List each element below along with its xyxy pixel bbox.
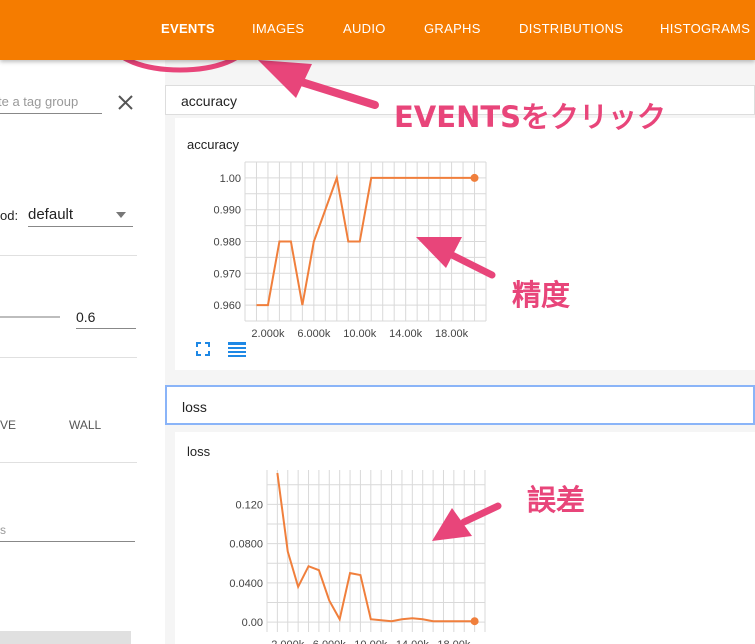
- runs-filter-input[interactable]: s: [0, 523, 6, 537]
- y-tick-label: 0.960: [213, 300, 241, 312]
- x-tick-label: 14.00k: [396, 639, 430, 644]
- x-tick-label: 18.00k: [435, 328, 469, 340]
- accuracy-chart[interactable]: 0.960 0.970 0.980 0.990 1.00 2.000k 6.000k 10.0…: [175, 118, 505, 370]
- top-toolbar: EVENTS IMAGES AUDIO GRAPHS DISTRIBUTIONS…: [0, 0, 755, 60]
- y-tick-label: 0.980: [213, 237, 241, 249]
- method-underline: [28, 226, 133, 227]
- last-point-marker: [470, 173, 479, 182]
- series-line: [276, 472, 475, 623]
- x-tick-label: 2.000k: [271, 639, 305, 644]
- group-title: loss: [182, 399, 207, 415]
- axis-relative-option[interactable]: VE: [0, 418, 16, 432]
- sidebar: te a tag group od: default 0.6 VE WALL s: [0, 60, 166, 644]
- search-underline: [0, 113, 102, 114]
- group-header-loss[interactable]: loss: [165, 385, 755, 425]
- smoothing-input[interactable]: 0.6: [76, 309, 95, 325]
- toggle-all-runs-button[interactable]: [0, 631, 131, 644]
- loss-chart[interactable]: 0.00 0.0400 0.0800 0.120 2.000k 6.000k 10.00k 1…: [175, 432, 505, 644]
- x-tick-label: 10.00k: [343, 328, 377, 340]
- y-tick-label: 0.0800: [229, 539, 263, 551]
- y-tick-label: 0.990: [213, 205, 241, 217]
- search-input[interactable]: te a tag group: [0, 94, 78, 109]
- divider: [0, 255, 137, 256]
- method-select[interactable]: default: [28, 206, 73, 223]
- tab-images[interactable]: IMAGES: [252, 21, 304, 36]
- chevron-down-icon[interactable]: [116, 212, 126, 218]
- y-tick-label: 0.120: [235, 499, 263, 511]
- x-tick-label: 10.00k: [354, 639, 388, 644]
- divider: [0, 462, 137, 463]
- tab-graphs[interactable]: GRAPHS: [424, 21, 481, 36]
- chart-card-loss: loss 0.000.04000.08000.1202.000k6.000k10…: [175, 432, 755, 644]
- smoothing-slider[interactable]: [0, 316, 60, 318]
- loss-annotation: 誤差: [527, 483, 586, 517]
- runs-underline: [0, 541, 135, 542]
- tab-audio[interactable]: AUDIO: [343, 21, 386, 36]
- divider: [0, 357, 137, 358]
- fullscreen-icon[interactable]: [196, 342, 210, 356]
- chart-card-accuracy: accuracy 0.960 0.970 0.980 0.990 1.00 2.000k 6…: [175, 118, 755, 370]
- x-tick-label: 14.00k: [389, 328, 423, 340]
- close-icon[interactable]: [118, 95, 133, 110]
- last-point-marker: [470, 617, 479, 626]
- y-tick-label: 0.0400: [229, 578, 263, 590]
- y-tick-label: 0.970: [213, 268, 241, 280]
- smoothing-underline: [76, 328, 136, 329]
- tab-distributions[interactable]: DISTRIBUTIONS: [519, 21, 623, 36]
- group-title: accuracy: [181, 93, 238, 109]
- axis-wall-option[interactable]: WALL: [69, 418, 101, 432]
- y-tick-label: 1.00: [220, 173, 241, 185]
- method-label: od:: [0, 208, 19, 223]
- x-tick-label: 18.00k: [437, 639, 471, 644]
- tab-events[interactable]: EVENTS: [161, 21, 215, 36]
- x-tick-label: 6.000k: [297, 328, 331, 340]
- y-tick-label: 0.00: [242, 617, 263, 629]
- tab-histograms[interactable]: HISTOGRAMS: [660, 21, 750, 36]
- data-table-icon[interactable]: [228, 342, 246, 357]
- x-tick-label: 2.000k: [251, 328, 285, 340]
- events-annotation: EVENTSをクリック: [394, 100, 667, 134]
- accuracy-annotation: 精度: [512, 278, 571, 312]
- x-tick-label: 6.000k: [313, 639, 347, 644]
